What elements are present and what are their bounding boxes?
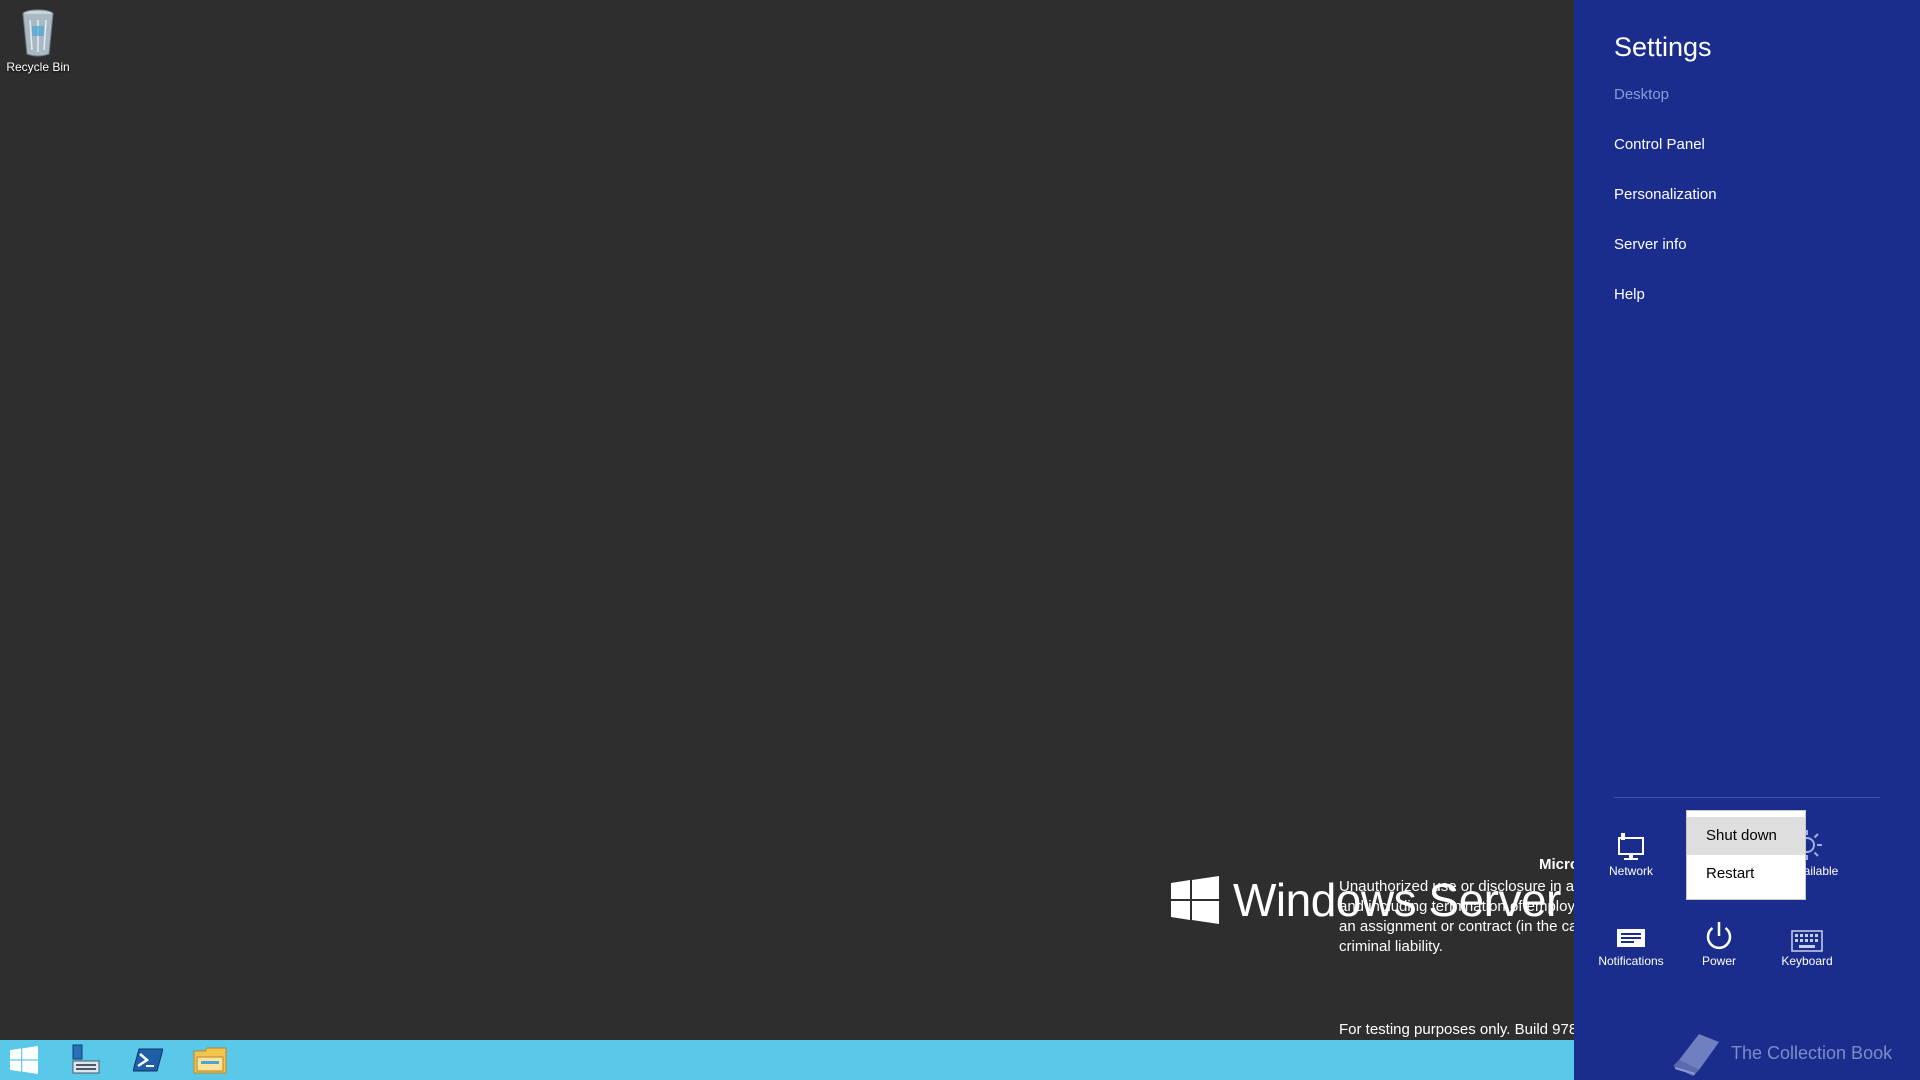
desktop: Recycle Bin Windows Server 2012 Micro Un… xyxy=(0,0,1574,1040)
keyboard-label: Keyboard xyxy=(1781,954,1833,968)
book-icon xyxy=(1673,1034,1719,1076)
menu-item-server-info[interactable]: Server info xyxy=(1614,236,1687,253)
recycle-bin-shortcut[interactable]: Recycle Bin xyxy=(4,6,72,74)
network-label: Network xyxy=(1608,864,1653,878)
server-manager-button[interactable] xyxy=(60,1040,112,1080)
file-explorer-icon xyxy=(193,1047,227,1074)
recycle-bin-label: Recycle Bin xyxy=(6,60,70,74)
power-icon xyxy=(1676,912,1762,952)
notice-line: Unauthorized use or disclosure in an xyxy=(1339,878,1574,895)
charm-divider xyxy=(1614,797,1880,798)
shut-down-option[interactable]: Shut down xyxy=(1687,817,1805,855)
powershell-icon xyxy=(133,1048,163,1072)
notice-line: an assignment or contract (in the ca xyxy=(1339,918,1574,935)
watermark-title: Micro xyxy=(1539,856,1574,873)
file-explorer-button[interactable] xyxy=(184,1040,236,1080)
restart-option[interactable]: Restart xyxy=(1687,855,1805,893)
watermark-build: For testing purposes only. Build 978 xyxy=(1339,1021,1574,1038)
network-icon xyxy=(1588,822,1674,862)
power-label: Power xyxy=(1701,954,1736,968)
notifications-icon xyxy=(1588,912,1674,952)
menu-item-help[interactable]: Help xyxy=(1614,286,1645,303)
collection-book-branding: The Collection Book xyxy=(1669,1030,1892,1076)
network-tile[interactable]: Network xyxy=(1588,822,1674,878)
recycle-bin-icon xyxy=(18,6,58,58)
keyboard-icon xyxy=(1764,912,1850,952)
keyboard-tile[interactable]: Keyboard xyxy=(1764,912,1850,968)
settings-charm-panel: Settings Desktop Control Panel Personali… xyxy=(1574,0,1920,1080)
windows-logo-icon xyxy=(1171,876,1219,924)
menu-item-personalization[interactable]: Personalization xyxy=(1614,186,1717,203)
notifications-label: Notifications xyxy=(1598,954,1664,968)
powershell-button[interactable] xyxy=(122,1040,174,1080)
taskbar xyxy=(0,1040,1574,1080)
menu-item-control-panel[interactable]: Control Panel xyxy=(1614,136,1705,153)
windows-start-icon xyxy=(10,1046,38,1074)
collection-book-text: The Collection Book xyxy=(1731,1042,1893,1063)
notifications-tile[interactable]: Notifications xyxy=(1588,912,1674,968)
charm-title: Settings xyxy=(1614,32,1712,62)
watermark-notice: Unauthorized use or disclosure in an and… xyxy=(1339,877,1574,957)
charm-app-name: Desktop xyxy=(1614,86,1670,103)
power-tile[interactable]: Power xyxy=(1676,912,1762,968)
start-button[interactable] xyxy=(0,1040,48,1080)
notice-line: criminal liability. xyxy=(1339,938,1443,955)
notice-line: and including termination of employ xyxy=(1339,898,1574,915)
server-manager-icon xyxy=(72,1044,100,1074)
power-menu: Shut down Restart xyxy=(1686,810,1806,900)
